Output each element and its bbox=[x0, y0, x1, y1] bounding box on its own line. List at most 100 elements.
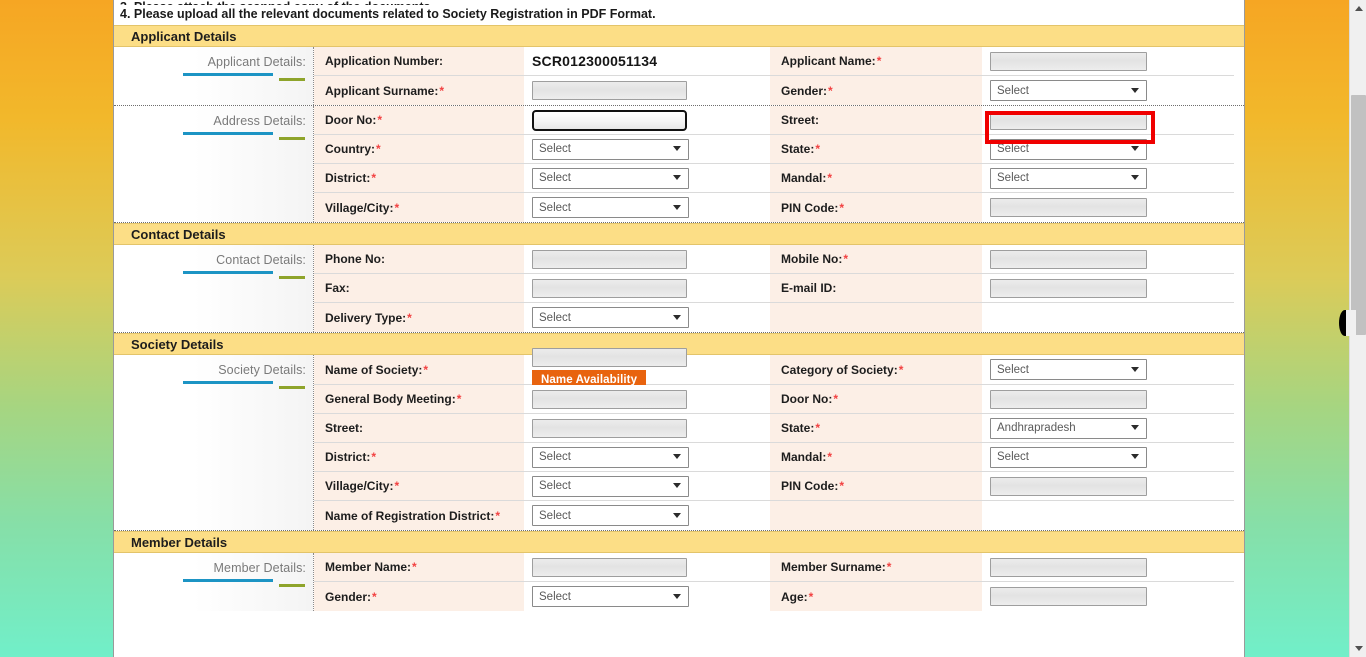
field-label: Door No: * bbox=[314, 106, 524, 135]
select-value: Select bbox=[539, 311, 571, 324]
select-delivery-type[interactable]: Select bbox=[532, 307, 689, 328]
input-name-of-society[interactable] bbox=[532, 348, 687, 367]
input-door-no[interactable] bbox=[990, 389, 1147, 409]
select-gender[interactable]: Select bbox=[990, 80, 1147, 101]
field-label-text: Delivery Type: bbox=[325, 310, 407, 325]
input-pin-code[interactable] bbox=[990, 476, 1147, 496]
required-asterisk: * bbox=[815, 142, 821, 156]
select-mandal[interactable]: Select bbox=[990, 167, 1147, 189]
select-village-city[interactable]: Select bbox=[532, 197, 689, 218]
input-age[interactable] bbox=[990, 587, 1147, 606]
field-control-wrap: Select bbox=[532, 586, 689, 607]
select-value: Select bbox=[539, 480, 571, 492]
application-number-value: SCR012300051134 bbox=[532, 53, 658, 69]
form-row: Member Name: * Member Surname: * bbox=[314, 553, 1244, 582]
field-label: Gender: * bbox=[314, 582, 524, 611]
scroll-up-arrow[interactable] bbox=[1350, 0, 1366, 17]
field-label: Member Surname: * bbox=[770, 553, 982, 582]
select-district[interactable]: Select bbox=[532, 167, 689, 189]
field-label: Village/City: * bbox=[314, 193, 524, 222]
field-label-text: Applicant Surname: bbox=[325, 83, 439, 98]
field-label-text: Mandal: bbox=[781, 171, 827, 185]
field-label-text: Village/City: bbox=[325, 479, 394, 493]
form-row: Delivery Type: * Select bbox=[314, 303, 1244, 332]
select-category-of-society[interactable]: Select bbox=[990, 359, 1147, 380]
scroll-down-arrow[interactable] bbox=[1350, 640, 1366, 657]
section-body: Member Details: Member Name: * Member Surna… bbox=[114, 553, 1244, 611]
section-header-member-details: Member Details bbox=[114, 531, 1244, 553]
input-pin-code[interactable] bbox=[990, 198, 1147, 217]
field-label: District: * bbox=[314, 164, 524, 193]
input-phone-no[interactable] bbox=[532, 249, 687, 269]
required-asterisk: * bbox=[827, 450, 833, 464]
required-asterisk: * bbox=[412, 560, 417, 574]
page-content: 3. Please attach the scanned copy of the… bbox=[113, 0, 1245, 657]
field-label: Street: bbox=[314, 414, 524, 443]
input-door-no[interactable] bbox=[532, 109, 687, 131]
olive-rule bbox=[279, 276, 305, 279]
section-grid: Member Name: * Member Surname: * Gender: * Sel… bbox=[314, 553, 1244, 611]
section-gutter: Society Details: bbox=[114, 355, 314, 530]
chevron-down-icon bbox=[673, 512, 681, 518]
select-name-of-registration-district[interactable]: Select bbox=[532, 505, 689, 526]
input-member-name[interactable] bbox=[532, 557, 687, 577]
field-control-wrap: Select bbox=[990, 167, 1147, 189]
field-control-wrap: Select bbox=[532, 197, 689, 218]
select-village-city[interactable]: Select bbox=[532, 475, 689, 497]
field-value-cell: Select bbox=[982, 355, 1234, 385]
input-mobile-no[interactable] bbox=[990, 249, 1147, 269]
field-value-cell: Select bbox=[524, 582, 770, 611]
field-control-wrap bbox=[990, 278, 1147, 298]
field-label-text: Application Number: bbox=[325, 54, 444, 68]
field-label: State: * bbox=[770, 414, 982, 443]
input-fax[interactable] bbox=[532, 278, 687, 298]
select-country[interactable]: Select bbox=[532, 138, 689, 160]
input-applicant-name[interactable] bbox=[990, 51, 1147, 71]
select-district[interactable]: Select bbox=[532, 446, 689, 468]
field-value-cell: Select bbox=[524, 472, 770, 501]
required-asterisk: * bbox=[815, 421, 821, 435]
field-label-text: Street: bbox=[781, 113, 820, 127]
select-value: Select bbox=[997, 172, 1029, 184]
select-state[interactable]: Select bbox=[990, 138, 1147, 160]
input-member-surname[interactable] bbox=[990, 557, 1147, 577]
field-control-wrap bbox=[990, 249, 1147, 269]
field-label-text: State: bbox=[781, 421, 815, 435]
field-control-wrap: Andhrapradesh bbox=[990, 417, 1147, 439]
field-label-text: Country: bbox=[325, 142, 375, 156]
input-street[interactable] bbox=[990, 110, 1147, 130]
chevron-down-icon bbox=[1131, 366, 1139, 372]
field-value-cell bbox=[524, 274, 770, 303]
field-control-wrap bbox=[532, 557, 687, 577]
chevron-down-icon bbox=[1131, 425, 1139, 430]
field-value-cell: Select bbox=[524, 303, 770, 332]
input-general-body-meeting[interactable] bbox=[532, 389, 687, 409]
gutter-rules bbox=[114, 381, 313, 390]
field-value-cell bbox=[982, 501, 1234, 530]
olive-rule bbox=[279, 386, 305, 389]
field-value-cell bbox=[524, 553, 770, 582]
scrollbar-thumb[interactable] bbox=[1351, 95, 1366, 335]
input-applicant-surname[interactable] bbox=[532, 81, 687, 100]
required-asterisk: * bbox=[456, 392, 462, 406]
gutter-label: Society Details: bbox=[218, 363, 306, 377]
select-value: Select bbox=[997, 363, 1029, 376]
input-e-mail-id[interactable] bbox=[990, 278, 1147, 298]
field-value-cell: Select bbox=[524, 501, 770, 530]
input-street[interactable] bbox=[532, 418, 687, 438]
form-row: Village/City: * Select PIN Code: * bbox=[314, 472, 1244, 501]
section-body: Society Details: Name of Society: * Name Av… bbox=[114, 348, 1244, 531]
select-mandal[interactable]: Select bbox=[990, 446, 1147, 468]
field-label: Fax: bbox=[314, 274, 524, 303]
form-row: Village/City: * Select PIN Code: * bbox=[314, 193, 1244, 222]
field-label: Country: * bbox=[314, 135, 524, 164]
blue-rule bbox=[183, 579, 273, 582]
form-row: Name of Registration District: * Select bbox=[314, 501, 1244, 530]
field-control-wrap: Select bbox=[532, 446, 689, 468]
field-label-text: Name of Registration District: bbox=[325, 508, 495, 523]
field-value-cell bbox=[982, 582, 1234, 611]
select-gender[interactable]: Select bbox=[532, 586, 689, 607]
section-grid: Application Number: SCR012300051134 Applic… bbox=[314, 47, 1244, 105]
field-label: Member Name: * bbox=[314, 553, 524, 582]
select-state[interactable]: Andhrapradesh bbox=[990, 417, 1147, 439]
